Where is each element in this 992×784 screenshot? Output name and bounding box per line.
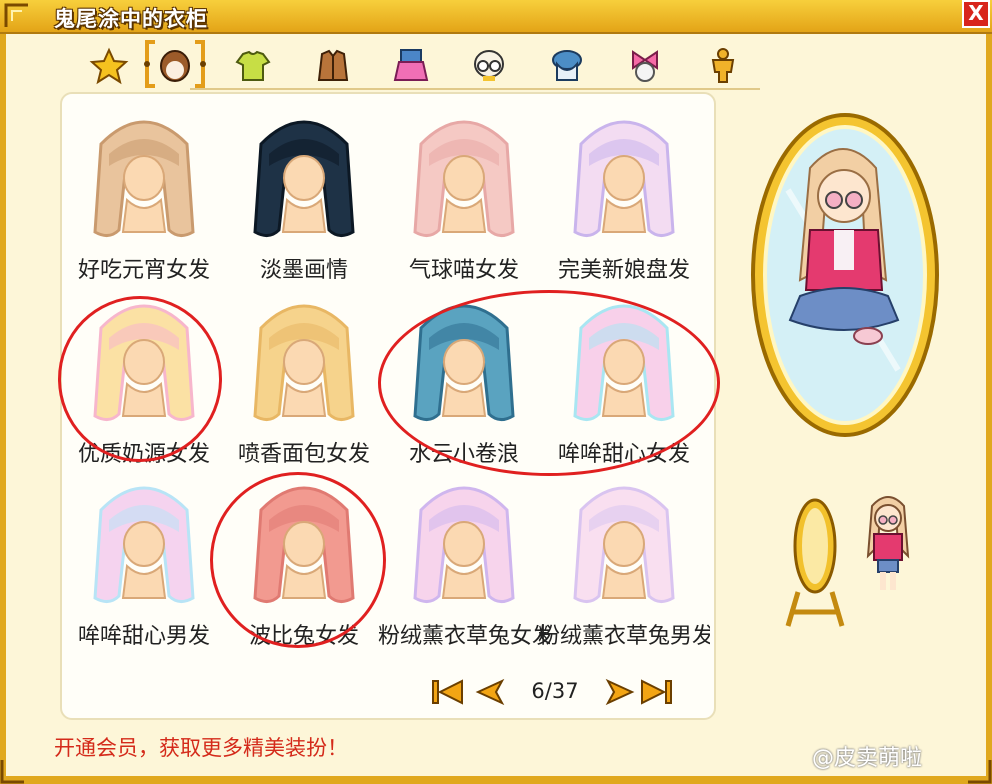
tab-coats[interactable] xyxy=(313,46,353,86)
next-page-button[interactable] xyxy=(598,678,638,706)
hair-preview-icon xyxy=(413,486,515,603)
tab-full-outfits[interactable] xyxy=(703,46,743,86)
hair-item[interactable]: 粉绒薰衣草兔女发 xyxy=(378,470,550,650)
tab-hair[interactable] xyxy=(155,46,195,86)
hair-item-label: 喷香面包女发 xyxy=(237,442,370,467)
hair-item-label: 粉绒薰衣草兔男发 xyxy=(538,624,710,649)
hair-preview-icon xyxy=(573,120,675,237)
member-promo-link[interactable]: 开通会员，获取更多精美装扮！ xyxy=(54,732,348,762)
hair-item-label: 淡墨画情 xyxy=(259,258,348,283)
corner-ornament-icon xyxy=(968,760,992,784)
title-bar: 鬼尾涂中的衣柜 xyxy=(0,0,992,34)
annotation-circle xyxy=(58,296,222,462)
hair-icon xyxy=(160,50,190,82)
jacket-icon xyxy=(317,49,349,81)
bow-icon xyxy=(632,50,658,82)
pager: 6/37 xyxy=(430,676,690,710)
annotation-circle xyxy=(378,290,720,476)
hair-preview-icon xyxy=(253,304,355,421)
tab-hats[interactable] xyxy=(547,46,587,86)
annotation-circle xyxy=(210,472,386,648)
standing-mirror-icon[interactable] xyxy=(778,492,852,632)
watermark: @皮卖萌啦 xyxy=(812,746,923,771)
hair-item-label: 好吃元宵女发 xyxy=(77,258,210,283)
hat-icon xyxy=(552,50,582,81)
page-indicator: 6/37 xyxy=(531,679,579,703)
hair-item-label: 哞哞甜心男发 xyxy=(77,624,210,649)
tab-favorites[interactable] xyxy=(89,46,129,86)
hair-item[interactable]: 好吃元宵女发 xyxy=(64,104,224,284)
hair-item-label: 完美新娘盘发 xyxy=(557,258,690,283)
hair-item[interactable]: 气球喵女发 xyxy=(384,104,544,284)
hair-item[interactable]: 淡墨画情 xyxy=(224,104,384,284)
hair-item-label: 粉绒薰衣草兔女发 xyxy=(378,624,550,649)
first-page-button[interactable] xyxy=(430,678,470,706)
glasses-icon xyxy=(474,50,504,81)
hair-preview-icon xyxy=(93,120,195,237)
prev-page-button[interactable] xyxy=(472,678,512,706)
star-icon xyxy=(89,47,129,85)
window-title: 鬼尾涂中的衣柜 xyxy=(54,7,208,31)
tab-accessories[interactable] xyxy=(625,46,665,86)
mirror-preview xyxy=(751,113,939,437)
hair-item-label: 气球喵女发 xyxy=(408,258,519,283)
hair-preview-icon xyxy=(93,486,195,603)
hair-preview-icon xyxy=(573,486,675,603)
tab-divider xyxy=(190,88,760,90)
corner-ornament-icon xyxy=(0,760,24,784)
tab-bottoms[interactable] xyxy=(391,46,431,86)
tab-tops[interactable] xyxy=(233,46,273,86)
hair-item[interactable]: 粉绒薰衣草兔男发 xyxy=(538,470,710,650)
tab-face[interactable] xyxy=(469,46,509,86)
skirt-icon xyxy=(393,49,429,81)
category-tabs xyxy=(85,38,745,90)
hair-preview-icon xyxy=(413,120,515,237)
corner-ornament-icon xyxy=(4,3,28,27)
hair-preview-icon xyxy=(253,120,355,237)
close-button[interactable]: X xyxy=(962,0,990,28)
small-character-icon[interactable] xyxy=(858,486,918,596)
full-outfit-icon xyxy=(711,48,735,83)
hair-item[interactable]: 喷香面包女发 xyxy=(224,288,384,468)
shirt-icon xyxy=(235,50,271,81)
hair-item[interactable]: 完美新娘盘发 xyxy=(544,104,704,284)
last-page-button[interactable] xyxy=(634,678,674,706)
hair-item[interactable]: 哞哞甜心男发 xyxy=(64,470,224,650)
